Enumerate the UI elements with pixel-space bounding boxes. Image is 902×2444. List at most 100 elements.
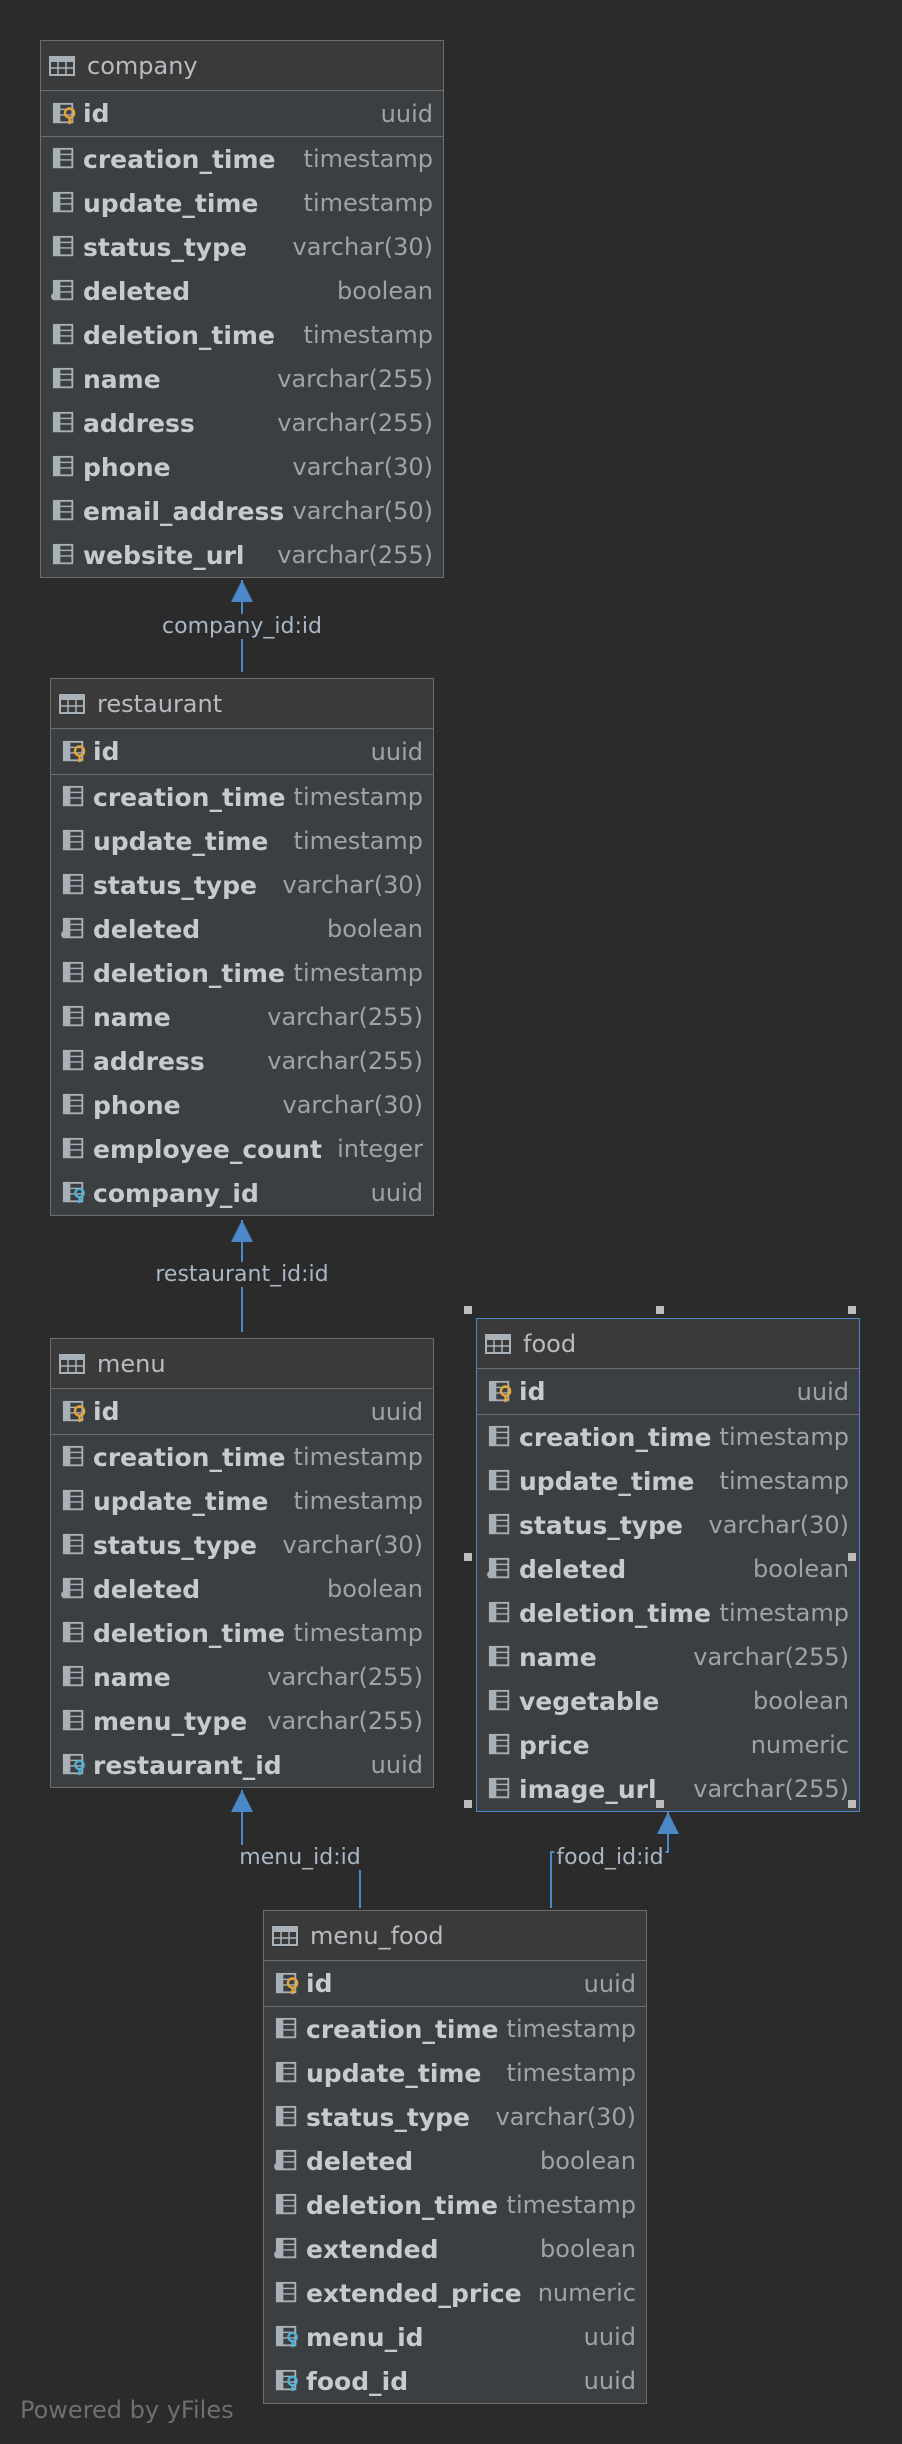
- column-row[interactable]: vegetable boolean: [477, 1679, 859, 1723]
- column-row[interactable]: update_time timestamp: [51, 819, 433, 863]
- column-row[interactable]: status_type varchar(30): [477, 1503, 859, 1547]
- table-company[interactable]: company id uuid creation_time timestamp updat…: [40, 40, 444, 578]
- selection-handle[interactable]: [464, 1800, 472, 1808]
- column-name: address: [93, 1046, 205, 1076]
- table-icon: [272, 1925, 298, 1947]
- selection-handle[interactable]: [464, 1306, 472, 1314]
- column-name: deletion_time: [306, 2190, 498, 2220]
- column-name: deleted: [519, 1554, 627, 1584]
- column-row[interactable]: name varchar(255): [477, 1635, 859, 1679]
- column-row[interactable]: status_type varchar(30): [264, 2095, 646, 2139]
- column-row[interactable]: creation_time timestamp: [477, 1415, 859, 1459]
- selection-handle[interactable]: [848, 1553, 856, 1561]
- column-row[interactable]: creation_time timestamp: [51, 1435, 433, 1479]
- table-header[interactable]: food: [477, 1319, 859, 1369]
- column-row[interactable]: phone varchar(30): [41, 445, 443, 489]
- column-icon: [272, 2281, 302, 2305]
- column-row[interactable]: name varchar(255): [41, 357, 443, 401]
- selection-handle[interactable]: [464, 1553, 472, 1561]
- column-row[interactable]: deleted boolean: [51, 1567, 433, 1611]
- column-name: price: [519, 1730, 590, 1760]
- table-header[interactable]: menu_food: [264, 1911, 646, 1961]
- column-type: uuid: [370, 737, 423, 766]
- column-row[interactable]: status_type varchar(30): [51, 863, 433, 907]
- column-row[interactable]: name varchar(255): [51, 1655, 433, 1699]
- table-header[interactable]: menu: [51, 1339, 433, 1389]
- column-row[interactable]: creation_time timestamp: [51, 775, 433, 819]
- column-row[interactable]: deletion_time timestamp: [51, 951, 433, 995]
- column-row[interactable]: address varchar(255): [51, 1039, 433, 1083]
- column-row[interactable]: id uuid: [51, 729, 433, 775]
- column-type: varchar(30): [292, 233, 434, 261]
- column-name: id: [83, 99, 110, 128]
- column-row[interactable]: extended boolean: [264, 2227, 646, 2271]
- column-row[interactable]: menu_id uuid: [264, 2315, 646, 2359]
- column-row[interactable]: status_type varchar(30): [51, 1523, 433, 1567]
- column-type: boolean: [540, 2147, 636, 2175]
- column-row[interactable]: website_url varchar(255): [41, 533, 443, 577]
- column-type: uuid: [583, 1969, 636, 1998]
- column-row[interactable]: update_time timestamp: [51, 1479, 433, 1523]
- column-row[interactable]: image_url varchar(255): [477, 1767, 859, 1811]
- column-row[interactable]: restaurant_id uuid: [51, 1743, 433, 1787]
- table-header[interactable]: company: [41, 41, 443, 91]
- column-row[interactable]: id uuid: [477, 1369, 859, 1415]
- column-row[interactable]: menu_type varchar(255): [51, 1699, 433, 1743]
- column-type: timestamp: [293, 959, 423, 987]
- column-row[interactable]: extended_price numeric: [264, 2271, 646, 2315]
- column-icon: [59, 1049, 89, 1073]
- column-name: creation_time: [519, 1422, 712, 1452]
- column-row[interactable]: employee_count integer: [51, 1127, 433, 1171]
- column-row[interactable]: company_id uuid: [51, 1171, 433, 1215]
- column-name: restaurant_id: [93, 1750, 282, 1780]
- column-row[interactable]: update_time timestamp: [477, 1459, 859, 1503]
- column-name: image_url: [519, 1774, 657, 1804]
- column-row[interactable]: creation_time timestamp: [41, 137, 443, 181]
- column-type: timestamp: [506, 2059, 636, 2087]
- column-type: varchar(255): [267, 1003, 423, 1031]
- boolean-column-icon: [272, 2237, 302, 2261]
- column-row[interactable]: deletion_time timestamp: [41, 313, 443, 357]
- selection-handle[interactable]: [656, 1306, 664, 1314]
- selection-handle[interactable]: [656, 1800, 664, 1808]
- column-row[interactable]: email_address varchar(50): [41, 489, 443, 533]
- column-row[interactable]: name varchar(255): [51, 995, 433, 1039]
- column-row[interactable]: deletion_time timestamp: [51, 1611, 433, 1655]
- column-row[interactable]: deleted boolean: [477, 1547, 859, 1591]
- column-row[interactable]: deletion_time timestamp: [264, 2183, 646, 2227]
- column-icon: [485, 1601, 515, 1625]
- column-row[interactable]: food_id uuid: [264, 2359, 646, 2403]
- column-row[interactable]: address varchar(255): [41, 401, 443, 445]
- column-row[interactable]: price numeric: [477, 1723, 859, 1767]
- column-row[interactable]: deleted boolean: [264, 2139, 646, 2183]
- column-name: deleted: [306, 2146, 414, 2176]
- column-row[interactable]: id uuid: [264, 1961, 646, 2007]
- column-row[interactable]: id uuid: [51, 1389, 433, 1435]
- table-restaurant[interactable]: restaurant id uuid creation_time timestamp up…: [50, 678, 434, 1216]
- column-type: varchar(50): [292, 497, 434, 525]
- table-header[interactable]: restaurant: [51, 679, 433, 729]
- column-row[interactable]: deleted boolean: [41, 269, 443, 313]
- column-row[interactable]: deletion_time timestamp: [477, 1591, 859, 1635]
- column-type: timestamp: [719, 1423, 849, 1451]
- column-row[interactable]: status_type varchar(30): [41, 225, 443, 269]
- column-row[interactable]: update_time timestamp: [264, 2051, 646, 2095]
- primary-key-icon: [272, 1972, 302, 1996]
- table-menu-food[interactable]: menu_food id uuid creation_time timestamp upd…: [263, 1910, 647, 2404]
- selection-handle[interactable]: [848, 1800, 856, 1808]
- column-icon: [59, 1533, 89, 1557]
- column-row[interactable]: phone varchar(30): [51, 1083, 433, 1127]
- column-icon: [59, 1445, 89, 1469]
- table-menu[interactable]: menu id uuid creation_time timestamp update_t…: [50, 1338, 434, 1788]
- table-food[interactable]: food id uuid creation_time timestamp update_t…: [476, 1318, 860, 1812]
- column-row[interactable]: creation_time timestamp: [264, 2007, 646, 2051]
- column-row[interactable]: id uuid: [41, 91, 443, 137]
- column-type: varchar(30): [282, 1531, 424, 1559]
- column-icon: [59, 785, 89, 809]
- column-row[interactable]: update_time timestamp: [41, 181, 443, 225]
- column-type: varchar(255): [693, 1643, 849, 1671]
- column-name: deletion_time: [83, 320, 275, 350]
- column-row[interactable]: deleted boolean: [51, 907, 433, 951]
- column-type: timestamp: [293, 1619, 423, 1647]
- selection-handle[interactable]: [848, 1306, 856, 1314]
